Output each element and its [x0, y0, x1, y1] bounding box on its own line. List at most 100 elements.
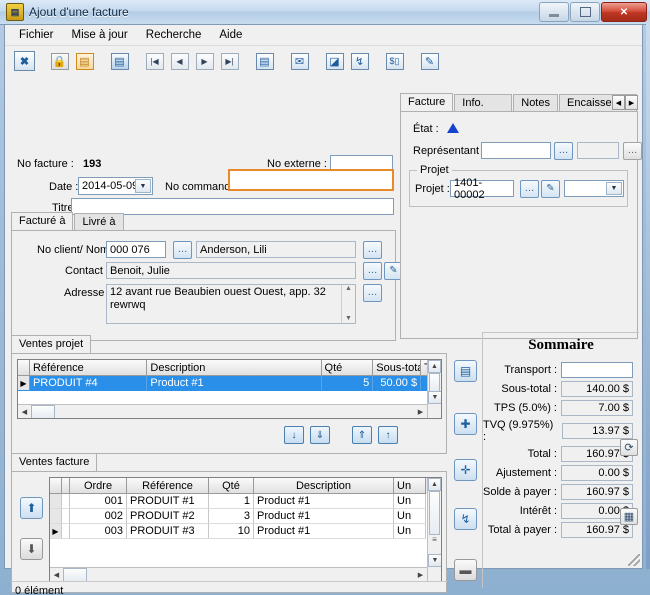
lock-toolbar-button[interactable]: 🔒: [48, 50, 71, 72]
projet-combobox[interactable]: ▼: [564, 180, 624, 197]
ventes-facture-vscrollbar[interactable]: ▲ ≡ ▼: [427, 478, 441, 581]
move-down-all-button[interactable]: ⇓: [310, 426, 330, 444]
close-button[interactable]: ✕: [601, 2, 647, 22]
report-toolbar-button[interactable]: ▤: [253, 50, 276, 72]
minimize-button[interactable]: [539, 2, 569, 22]
projet-edit-icon[interactable]: ✎: [541, 180, 560, 198]
add-multiple-button[interactable]: ✛: [454, 459, 477, 481]
window-resize-grip[interactable]: [628, 554, 640, 566]
hscroll-thumb[interactable]: [31, 404, 55, 418]
col-header-sous-total[interactable]: Sous-total: [373, 360, 422, 376]
move-line-down-button[interactable]: ⬇: [20, 538, 43, 560]
tab-ventes-projet[interactable]: Ventes projet: [11, 335, 92, 354]
tab-livre-a[interactable]: Livré à: [74, 213, 124, 231]
scroll-down-icon[interactable]: ▼: [342, 315, 355, 322]
recalculate-button[interactable]: ⟳: [620, 439, 638, 456]
scroll-down-icon[interactable]: ▼: [428, 554, 441, 567]
table-row[interactable]: 002 PRODUIT #2 3 Product #1 Un: [50, 509, 441, 524]
tab-scroll-left-button[interactable]: ◀: [612, 95, 625, 110]
tab-notes[interactable]: Notes: [513, 94, 558, 112]
move-up-one-button[interactable]: ↑: [378, 426, 398, 444]
table-row[interactable]: ▶ 003 PRODUIT #3 10 Product #1 Un: [50, 524, 441, 539]
ventes-facture-grid[interactable]: Ordre Référence Qté Description Un 001 P…: [49, 477, 442, 582]
save-record-toolbar-button[interactable]: ▤: [73, 50, 96, 72]
representant-secondary-browse-button[interactable]: …: [623, 142, 642, 160]
move-up-all-button[interactable]: ⇑: [352, 426, 372, 444]
add-item-button[interactable]: ✚: [454, 413, 477, 435]
vscroll-thumb[interactable]: [429, 373, 440, 393]
col-header-un[interactable]: Un: [394, 478, 426, 494]
contact-browse-button[interactable]: …: [363, 262, 382, 280]
table-row[interactable]: ▶ PRODUIT #4 Product #1 5 50.00 $: [18, 376, 441, 391]
representant-input[interactable]: [481, 142, 551, 159]
col-header-description[interactable]: Description: [254, 478, 394, 494]
ventes-facture-container: Ventes facture ⬆ ⬇ Ordre Référence Qté D…: [11, 453, 447, 593]
menu-mise-a-jour[interactable]: Mise à jour: [64, 27, 136, 43]
apply-payment-button[interactable]: ↯: [454, 508, 477, 530]
scroll-down-icon[interactable]: ▼: [428, 391, 441, 404]
ventes-projet-hscrollbar[interactable]: ◀ ▶: [18, 404, 427, 418]
edit-toolbar-button[interactable]: ✎: [418, 50, 441, 72]
menu-aide[interactable]: Aide: [211, 27, 250, 43]
scroll-up-icon[interactable]: ▲: [428, 360, 441, 373]
remove-item-button[interactable]: ▬: [454, 559, 477, 581]
col-header-qte[interactable]: Qté: [321, 360, 374, 376]
tab-facture-a[interactable]: Facturé à: [11, 212, 74, 231]
representant-browse-button[interactable]: …: [554, 142, 573, 160]
detail-list-button[interactable]: ▤: [454, 360, 477, 382]
maximize-button[interactable]: [570, 2, 600, 22]
close-toolbar-button[interactable]: ✖: [13, 50, 36, 72]
col-header-qte[interactable]: Qté: [209, 478, 254, 494]
col-header-reference[interactable]: Référence: [29, 360, 148, 376]
tab-facture[interactable]: Facture: [400, 93, 454, 112]
col-header-description[interactable]: Description: [147, 360, 322, 376]
print-toolbar-button[interactable]: ◪: [323, 50, 346, 72]
client-nom-browse-button[interactable]: …: [363, 241, 382, 259]
menu-recherche[interactable]: Recherche: [138, 27, 210, 43]
last-record-button[interactable]: ▶|: [218, 50, 241, 72]
move-down-one-button[interactable]: ↓: [284, 426, 304, 444]
move-line-up-button[interactable]: ⬆: [20, 497, 43, 519]
no-commande-input[interactable]: [228, 169, 394, 191]
cell-un: Un: [394, 524, 426, 539]
email-toolbar-button[interactable]: ✉: [288, 50, 311, 72]
next-record-button[interactable]: ▶: [193, 50, 216, 72]
ventes-projet-grid[interactable]: Référence Description Qté Sous-total Tot…: [17, 359, 442, 419]
tab-ventes-facture[interactable]: Ventes facture: [11, 453, 98, 472]
window-body: Fichier Mise à jour Recherche Aide ✖ 🔒 ▤…: [4, 24, 643, 595]
hscroll-thumb[interactable]: [63, 567, 87, 581]
vscroll-thumb[interactable]: [429, 491, 440, 535]
scroll-up-icon[interactable]: ▲: [428, 478, 441, 491]
first-record-button[interactable]: |◀: [143, 50, 166, 72]
projet-input[interactable]: 1401-00002: [450, 177, 514, 201]
ventes-facture-hscrollbar[interactable]: ◀ ▶: [50, 567, 427, 581]
tab-info-sup[interactable]: Info. sup.: [454, 94, 513, 121]
col-header-ordre[interactable]: Ordre: [70, 478, 127, 494]
no-client-input[interactable]: 000 076: [106, 241, 166, 258]
interest-table-button[interactable]: ▦: [620, 508, 638, 525]
no-client-browse-button[interactable]: …: [173, 241, 192, 259]
scroll-left-icon[interactable]: ◀: [50, 568, 63, 581]
window-edge-scrollbar[interactable]: [646, 24, 650, 569]
ventes-projet-vscrollbar[interactable]: ▲ ▼: [427, 360, 441, 418]
chevron-down-icon[interactable]: ▼: [606, 182, 622, 195]
menu-fichier[interactable]: Fichier: [11, 27, 62, 43]
previous-record-button[interactable]: ◀: [168, 50, 191, 72]
payment-toolbar-button[interactable]: ↯: [348, 50, 371, 72]
save-toolbar-button[interactable]: ▤: [108, 50, 131, 72]
tab-scroll-right-button[interactable]: ▶: [625, 95, 638, 110]
table-row[interactable]: 001 PRODUIT #1 1 Product #1 Un: [50, 494, 441, 509]
chevron-down-icon[interactable]: ▼: [135, 179, 151, 193]
date-combobox[interactable]: 2014-05-09 ▼: [78, 177, 153, 195]
transport-input[interactable]: [561, 362, 633, 378]
scroll-up-icon[interactable]: ▲: [342, 285, 355, 292]
price-toolbar-button[interactable]: $▯: [383, 50, 406, 72]
scroll-left-icon[interactable]: ◀: [18, 405, 31, 418]
scroll-right-icon[interactable]: ▶: [414, 405, 427, 418]
adresse-field[interactable]: 12 avant rue Beaubien ouest Ouest, app. …: [106, 284, 356, 324]
col-header-reference[interactable]: Référence: [127, 478, 209, 494]
projet-browse-button[interactable]: …: [520, 180, 539, 198]
adresse-browse-button[interactable]: …: [363, 284, 382, 302]
scroll-right-icon[interactable]: ▶: [414, 568, 427, 581]
adresse-scrollbar[interactable]: ▲ ▼: [341, 285, 355, 323]
